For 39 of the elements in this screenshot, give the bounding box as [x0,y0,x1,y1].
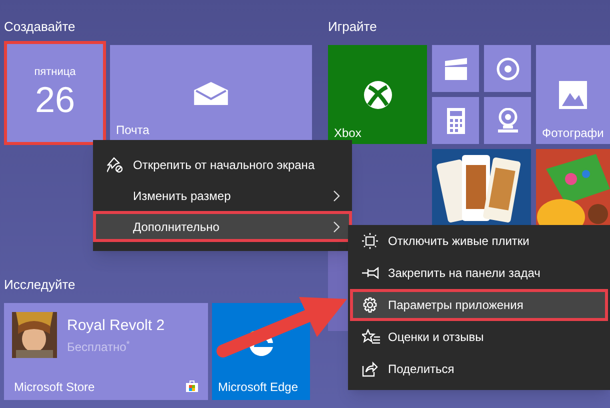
menu-item[interactable]: Отключить живые плитки [350,225,608,257]
tile-label: Почта [116,122,150,139]
calculator-icon [446,108,464,134]
unpin-icon [107,156,123,172]
disc-icon [496,56,520,80]
group-title: Исследуйте [4,277,76,294]
date-number: 26 [34,79,76,121]
app-tile[interactable]: Xbox [328,45,427,144]
tile-label: Xbox [334,125,362,142]
group-title: Играйте [328,19,377,34]
live-tile-icon [362,233,378,249]
menu-item[interactable]: Оценки и отзывы [350,321,608,353]
menu-item[interactable]: Открепить от начального экрана [93,149,352,180]
star-list-icon [362,329,380,345]
menu-item[interactable]: Поделиться [350,353,608,385]
menu-item[interactable]: Изменить размер [93,180,352,211]
app-tile[interactable] [484,45,531,92]
share-icon [362,361,378,377]
app-name: Royal Revolt 2 [67,316,165,336]
xbox-icon [364,80,392,108]
app-tile[interactable] [484,97,531,144]
clapperboard-icon [444,58,466,80]
tile-label: Microsoft Store [14,379,95,396]
webcam-icon [496,108,518,134]
tile-label: Microsoft Edge [218,379,298,396]
menu-item[interactable]: Параметры приложения [350,289,608,321]
price-label: Бесплатно$^{*}$ [67,338,130,356]
weekday-label: пятница [34,66,76,79]
app-tile[interactable] [432,97,479,144]
tile-label: Фотографи [542,125,604,142]
landscape-icon [559,80,587,108]
app-tile[interactable] [432,45,479,92]
settings-icon [362,297,378,313]
group-title: Создавайте [4,19,76,34]
pin-icon [362,267,379,279]
envelope-icon [194,82,228,104]
menu-item[interactable]: Закрепить на панели задач [350,257,608,289]
menu-item[interactable]: Дополнительно [93,211,352,242]
shopping-bag-icon [186,380,198,392]
